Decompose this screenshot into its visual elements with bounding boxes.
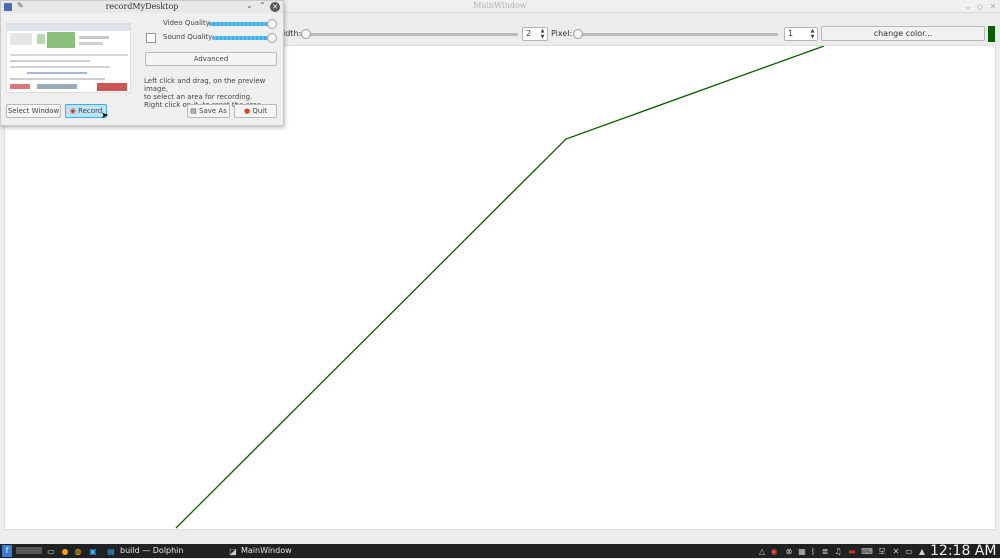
record-icon: ◉ [69,107,76,115]
width-slider-handle[interactable] [301,29,311,39]
pixel-slider-handle[interactable] [573,29,583,39]
video-quality-slider[interactable] [209,22,273,26]
task-mainwindow[interactable]: MainWindow [241,545,292,557]
rmd-titlebar: ✎ recordMyDesktop ⌄ ⌃ ✕ [1,1,283,13]
keyboard-icon[interactable]: ⌨ [861,546,873,556]
select-window-button[interactable]: Select Window [6,104,61,118]
input-method-icon[interactable]: 모 [877,546,887,556]
mainwindow-task-icon[interactable]: ◪ [228,546,238,556]
close-icon[interactable]: ✕ [988,1,998,11]
bluetooth-icon[interactable]: ᛒ [808,546,818,556]
sound-quality-slider[interactable] [212,36,273,40]
spinbox-arrows-icon[interactable]: ▲ ▼ [539,28,546,40]
notes-icon[interactable]: ≣ [820,546,830,556]
pixel-spinbox-value: 1 [788,29,794,38]
width-spinbox[interactable]: 2 ▲ ▼ [522,27,548,41]
video-quality-handle[interactable] [267,19,277,29]
quit-button[interactable]: ● Quit [234,104,277,118]
dolphin-icon[interactable]: ▣ [88,546,98,556]
record-tray-icon[interactable]: ◉ [769,546,779,556]
rmd-title: recordMyDesktop [105,2,179,11]
chrome-icon[interactable]: ◍ [73,546,83,556]
taskbar: f ▭ ● ◍ ▣ ▤ build — Dolphin ◪ MainWindow… [0,544,1000,558]
save-as-button[interactable]: ▤ Save As [187,104,230,118]
display-icon[interactable]: ▭ [904,546,914,556]
recording-preview[interactable] [6,23,131,93]
record-label: Record [78,107,103,115]
pixel-spinbox[interactable]: 1 ▲ ▼ [784,27,818,41]
mouse-cursor-icon: ➤ [101,111,109,121]
preview-thumbnail [7,24,130,91]
volume-mute-icon[interactable]: ✕ [891,546,901,556]
recordmydesktop-window: ✎ recordMyDesktop ⌄ ⌃ ✕ Video Quality So… [0,0,284,126]
pager-icon[interactable] [16,547,42,554]
save-as-label: Save As [199,107,227,115]
minimize-icon[interactable]: ⌄ [963,1,973,11]
sound-quality-checkbox[interactable] [146,33,156,43]
network-icon[interactable]: △ [757,546,767,556]
quit-label: Quit [252,107,267,115]
spinbox-arrows-icon[interactable]: ▲ ▼ [809,28,816,40]
clock[interactable]: 12:18 AM [930,544,996,558]
folder-icon[interactable]: ▤ [106,546,116,556]
width-slider-track[interactable] [300,33,518,36]
save-icon: ▤ [190,107,197,115]
maximize-icon[interactable]: ◇ [975,1,985,11]
minimize-icon[interactable]: ⌄ [246,1,253,10]
start-menu-icon[interactable]: f [2,545,12,557]
quit-icon: ● [244,107,251,115]
advanced-button[interactable]: Advanced [145,52,277,66]
sound-quality-label: Sound Quality [163,33,213,41]
width-label: idth: [283,29,302,38]
change-color-button[interactable]: change color... [821,26,985,41]
task-dolphin[interactable]: build — Dolphin [120,545,183,557]
pixel-slider-track[interactable] [575,33,778,36]
video-quality-label: Video Quality [163,19,210,27]
firefox-icon[interactable]: ● [60,546,70,556]
desktop-icon[interactable]: ▭ [46,546,56,556]
maximize-icon[interactable]: ⌃ [259,1,266,10]
headphones-icon[interactable]: ♫ [833,546,843,556]
sound-quality-handle[interactable] [267,33,277,43]
width-spinbox-value: 2 [526,29,532,38]
pixel-label: Pixel: [551,29,573,38]
pen-color-swatch [988,26,995,42]
us-flag-icon[interactable]: ▬ [847,546,857,556]
close-icon[interactable]: ✕ [270,2,280,12]
tray-expand-icon[interactable]: ▲ [917,546,927,556]
clipboard-icon[interactable]: ▦ [797,546,807,556]
settings-tray-icon[interactable]: ⊗ [784,546,794,556]
